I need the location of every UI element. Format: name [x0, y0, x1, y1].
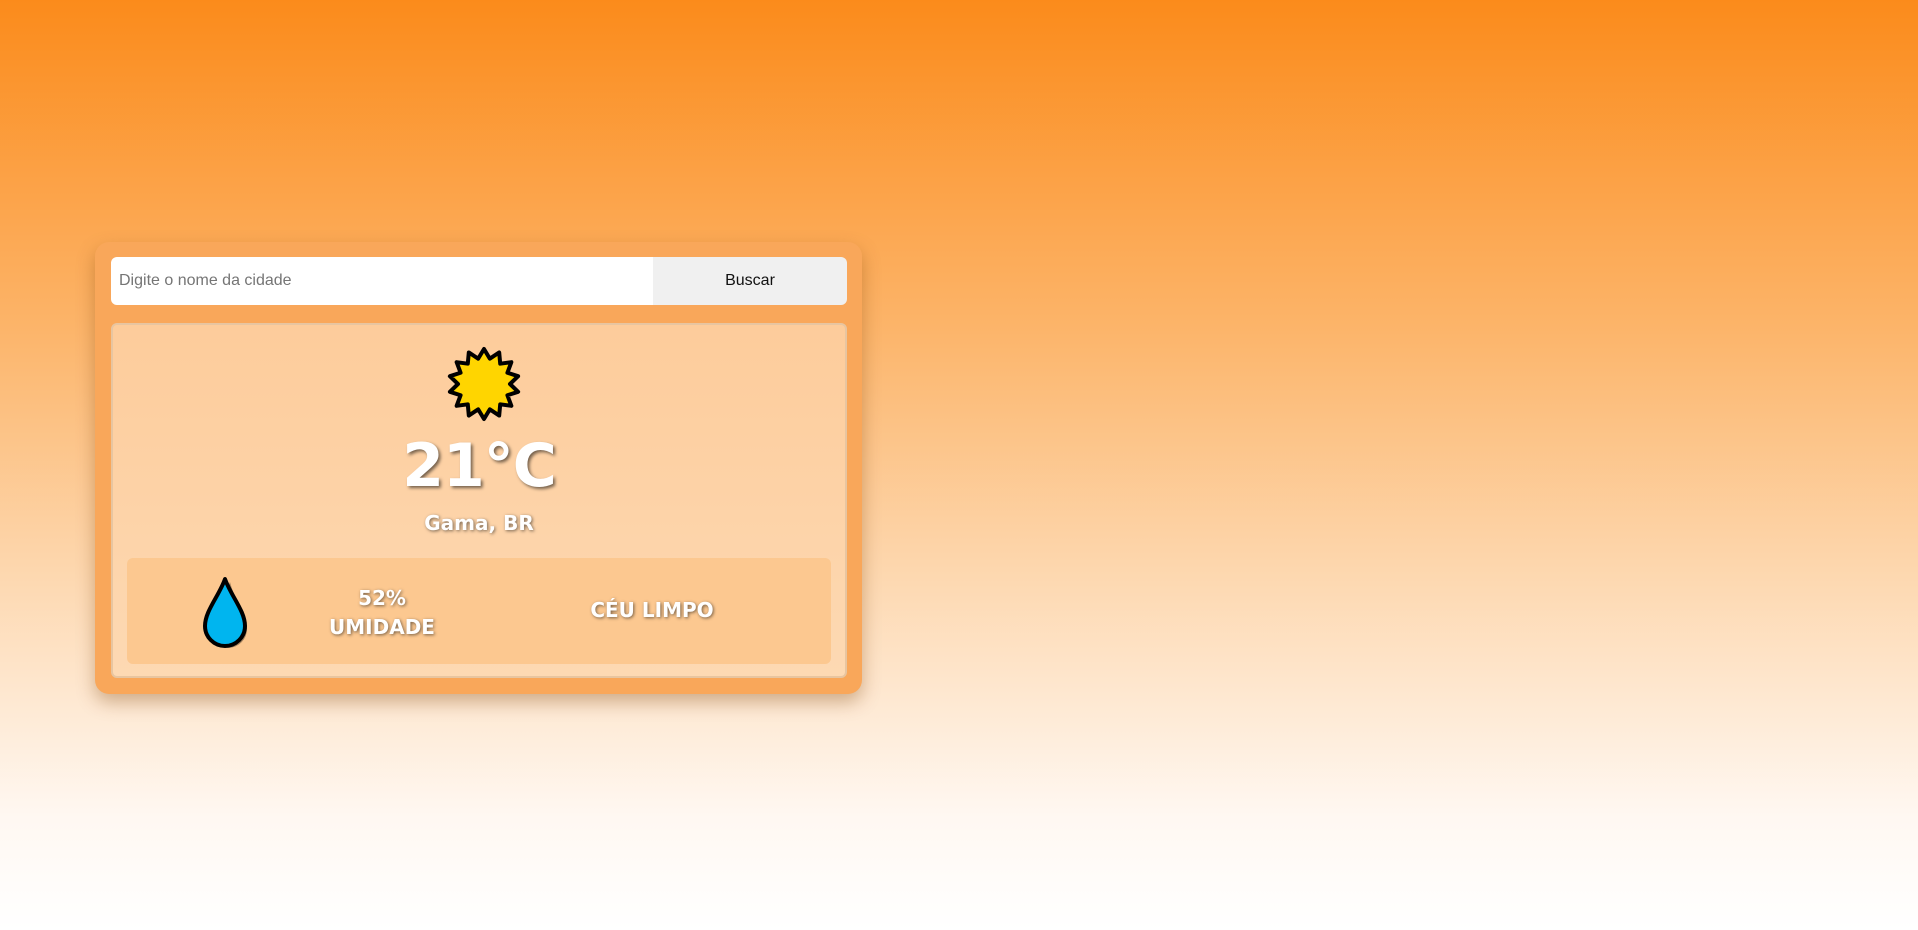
humidity-value: 52% — [358, 586, 406, 610]
search-bar: Buscar — [111, 257, 847, 305]
humidity-label: UMIDADE — [329, 615, 435, 639]
temperature: 21°C — [402, 431, 557, 501]
weather-condition: CÉU LIMPO — [590, 598, 714, 622]
weather-details: 52% UMIDADE CÉU LIMPO — [127, 558, 831, 664]
search-button[interactable]: Buscar — [653, 257, 847, 305]
weather-widget: Buscar 21°C Gama, BR 52% UMIDADE CÉU LIM… — [95, 242, 862, 694]
humidity-info: 52% UMIDADE — [307, 584, 457, 642]
city-search-input[interactable] — [111, 257, 653, 305]
water-drop-icon — [203, 577, 247, 648]
weather-panel: 21°C Gama, BR 52% UMIDADE CÉU LIMPO — [111, 323, 847, 678]
location-name: Gama, BR — [424, 511, 534, 535]
sun-icon — [447, 347, 521, 421]
